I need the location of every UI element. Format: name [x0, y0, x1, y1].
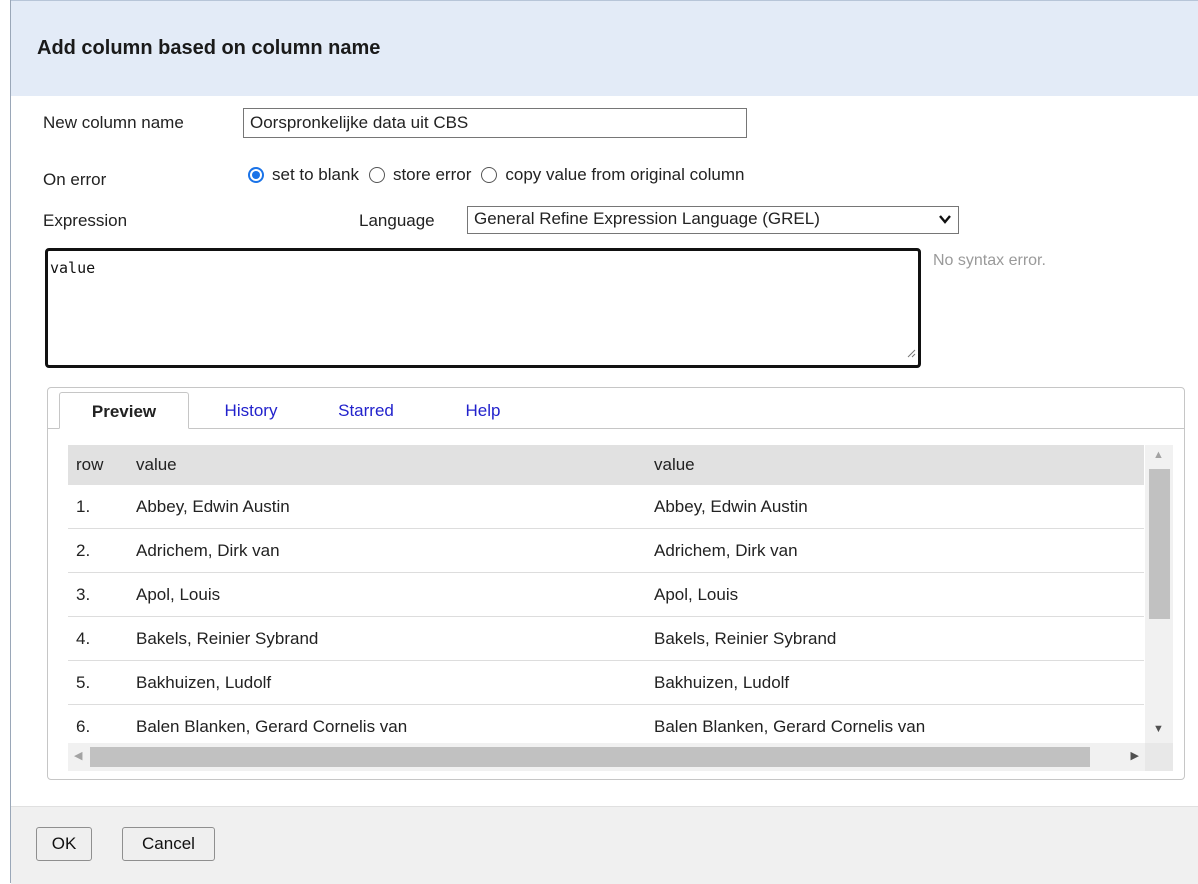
dialog-footer: OK Cancel: [11, 806, 1198, 884]
scroll-left-arrow-icon[interactable]: ◀: [74, 749, 82, 762]
tab-help[interactable]: Help: [453, 392, 513, 428]
radio-label: copy value from original column: [505, 165, 745, 184]
new-column-name-input[interactable]: [243, 108, 747, 138]
expression-code: value: [50, 259, 96, 277]
resize-grip-icon[interactable]: [906, 343, 916, 363]
tab-preview[interactable]: Preview: [59, 392, 189, 429]
on-error-radio-group: set to blank store error copy value from…: [248, 165, 754, 185]
language-select[interactable]: General Refine Expression Language (GREL…: [467, 206, 959, 234]
table-row: 6. Balen Blanken, Gerard Cornelis van Ba…: [68, 704, 1144, 743]
tab-starred[interactable]: Starred: [326, 392, 406, 428]
row-number-cell: 4.: [68, 616, 128, 661]
expression-label: Expression: [43, 211, 128, 230]
scroll-up-arrow-icon[interactable]: ▲: [1153, 449, 1164, 461]
scrollbar-corner: [1145, 743, 1173, 771]
original-value-cell: Adrichem, Dirk van: [128, 528, 646, 573]
dialog-title: Add column based on column name: [37, 37, 381, 59]
on-error-label: On error: [43, 170, 107, 189]
table-header-row: row value value: [68, 445, 1144, 485]
row-number-cell: 1.: [68, 485, 128, 529]
original-value-cell: Abbey, Edwin Austin: [128, 485, 646, 529]
table-row: 1. Abbey, Edwin Austin Abbey, Edwin Aust…: [68, 485, 1144, 529]
table-row: 2. Adrichem, Dirk van Adrichem, Dirk van: [68, 528, 1144, 573]
scroll-down-arrow-icon[interactable]: ▼: [1153, 723, 1164, 735]
radio-label: store error: [392, 165, 472, 184]
new-value-cell: Adrichem, Dirk van: [646, 528, 1144, 573]
vertical-scrollbar[interactable]: ▲ ▼: [1145, 445, 1173, 743]
preview-tabs-panel: Preview History Starred Help row value v…: [47, 387, 1185, 780]
dialog-header: Add column based on column name: [11, 0, 1198, 96]
chevron-down-icon: [938, 211, 952, 231]
new-value-cell: Balen Blanken, Gerard Cornelis van: [646, 704, 1144, 743]
column-header-value-new: value: [646, 445, 1144, 485]
language-label: Language: [359, 211, 435, 230]
new-value-cell: Apol, Louis: [646, 572, 1144, 617]
column-header-value-original: value: [128, 445, 646, 485]
tab-history[interactable]: History: [211, 392, 291, 428]
row-number-cell: 2.: [68, 528, 128, 573]
original-value-cell: Apol, Louis: [128, 572, 646, 617]
add-column-dialog: Add column based on column name New colu…: [10, 0, 1198, 884]
ok-button[interactable]: OK: [36, 827, 92, 861]
language-select-value: General Refine Expression Language (GREL…: [474, 209, 820, 228]
preview-table: row value value 1. Abbey, Edwin Austin A…: [68, 445, 1144, 743]
table-row: 5. Bakhuizen, Ludolf Bakhuizen, Ludolf: [68, 660, 1144, 705]
row-number-cell: 6.: [68, 704, 128, 743]
table-row: 3. Apol, Louis Apol, Louis: [68, 572, 1144, 617]
radio-copy-value[interactable]: copy value from original column: [481, 165, 744, 185]
new-value-cell: Bakels, Reinier Sybrand: [646, 616, 1144, 661]
horizontal-scrollbar[interactable]: ◀ ▶: [68, 743, 1145, 771]
tab-bar: Preview History Starred Help: [48, 388, 1184, 429]
radio-unselected-icon[interactable]: [368, 167, 385, 183]
cancel-button[interactable]: Cancel: [122, 827, 215, 861]
original-value-cell: Balen Blanken, Gerard Cornelis van: [128, 704, 646, 743]
new-value-cell: Abbey, Edwin Austin: [646, 485, 1144, 529]
radio-label: set to blank: [272, 165, 359, 184]
column-header-row: row: [68, 445, 128, 485]
radio-unselected-icon[interactable]: [481, 167, 498, 183]
preview-table-container: row value value 1. Abbey, Edwin Austin A…: [68, 445, 1144, 743]
original-value-cell: Bakels, Reinier Sybrand: [128, 616, 646, 661]
expression-textarea[interactable]: value: [45, 248, 921, 368]
syntax-status: No syntax error.: [933, 252, 1046, 269]
row-number-cell: 5.: [68, 660, 128, 705]
new-value-cell: Bakhuizen, Ludolf: [646, 660, 1144, 705]
radio-set-to-blank[interactable]: set to blank: [248, 165, 359, 185]
vertical-scrollbar-thumb[interactable]: [1149, 469, 1170, 619]
radio-selected-icon[interactable]: [248, 167, 264, 183]
scroll-right-arrow-icon[interactable]: ▶: [1131, 749, 1139, 762]
row-number-cell: 3.: [68, 572, 128, 617]
radio-store-error[interactable]: store error: [368, 165, 472, 185]
new-column-name-label: New column name: [43, 113, 184, 132]
original-value-cell: Bakhuizen, Ludolf: [128, 660, 646, 705]
table-row: 4. Bakels, Reinier Sybrand Bakels, Reini…: [68, 616, 1144, 661]
horizontal-scrollbar-thumb[interactable]: [90, 747, 1090, 767]
